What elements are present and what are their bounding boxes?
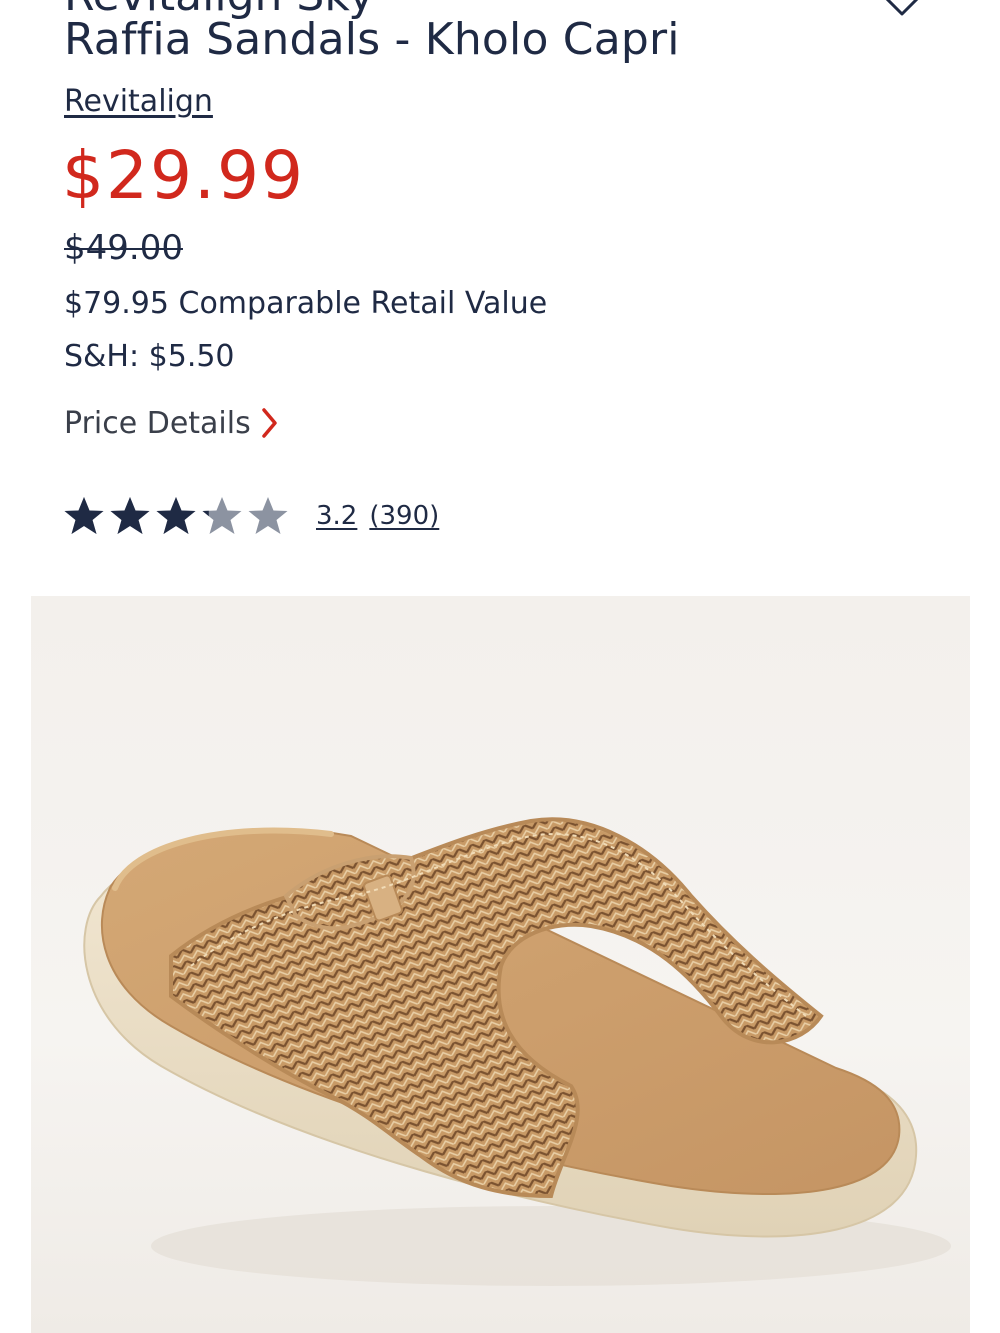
price-details-link[interactable]: Price Details <box>64 402 279 444</box>
sandal-image <box>31 596 970 1333</box>
star-icon <box>248 497 288 534</box>
product-detail-page: Revitalign Sky Raffia Sandals - Kholo Ca… <box>0 0 1000 1333</box>
star-icon <box>156 497 196 534</box>
brand-link[interactable]: Revitalign <box>64 84 213 119</box>
product-title: Raffia Sandals - Kholo Capri <box>64 14 680 65</box>
rating-summary: 3.2 (390) <box>62 492 439 540</box>
price-details-label: Price Details <box>64 405 251 441</box>
chevron-right-icon <box>261 407 279 439</box>
product-image[interactable] <box>31 596 970 1333</box>
star-rating <box>62 494 292 538</box>
star-icon <box>202 497 242 534</box>
rating-value-link[interactable]: 3.2 <box>316 501 357 531</box>
comparable-retail-value: $79.95 Comparable Retail Value <box>64 286 548 321</box>
sale-price: $29.99 <box>62 137 305 214</box>
heart-icon[interactable] <box>872 0 932 16</box>
original-price: $49.00 <box>64 228 183 268</box>
review-count-link[interactable]: (390) <box>369 501 439 531</box>
shipping-cost: S&H: $5.50 <box>64 339 235 374</box>
star-icon <box>110 497 150 534</box>
star-icon <box>64 497 104 534</box>
